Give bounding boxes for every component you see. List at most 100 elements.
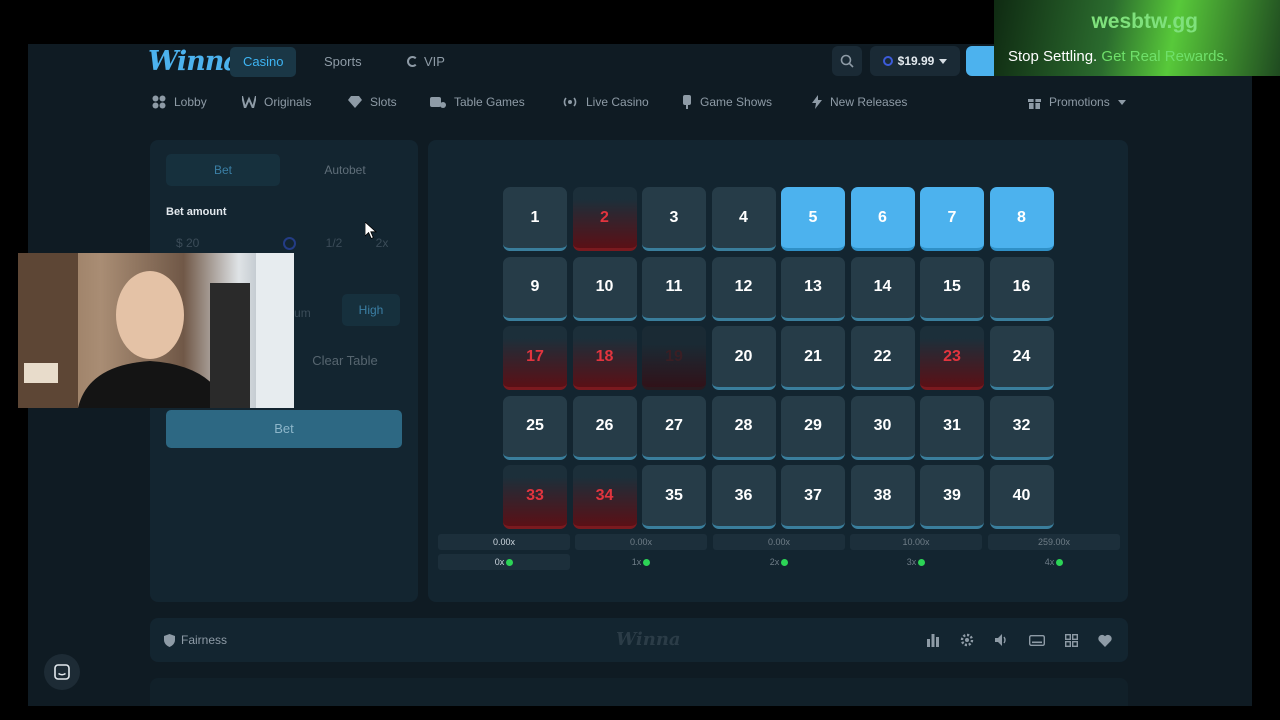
content-strip — [150, 678, 1128, 706]
keno-tile-20[interactable]: 20 — [711, 326, 776, 390]
keno-tile-22[interactable]: 22 — [850, 326, 915, 390]
category-label: Originals — [264, 95, 312, 109]
category-live-casino[interactable]: Live Casino — [562, 88, 649, 116]
search-button[interactable] — [832, 46, 862, 76]
payout-multiplier: 0.00x — [713, 534, 845, 550]
category-game-shows[interactable]: Game Shows — [682, 88, 772, 116]
tagline-green: Get Real Rewards. — [1101, 48, 1229, 65]
keno-tile-19[interactable]: 19 — [642, 326, 706, 390]
favorite-button[interactable] — [1096, 631, 1114, 649]
keno-tile-27[interactable]: 27 — [642, 395, 706, 460]
keno-tile-31[interactable]: 31 — [920, 395, 984, 460]
keno-tile-35[interactable]: 35 — [642, 465, 706, 529]
stats-button[interactable] — [924, 631, 942, 649]
keno-tile-7[interactable]: 7 — [920, 187, 984, 251]
category-slots[interactable]: Slots — [348, 88, 397, 116]
payout-multiplier: 0.00x — [575, 534, 707, 550]
keno-tile-21[interactable]: 21 — [781, 326, 845, 390]
keno-tile-8[interactable]: 8 — [989, 187, 1054, 251]
keno-tile-40[interactable]: 40 — [989, 465, 1054, 529]
category-new-releases[interactable]: New Releases — [812, 88, 907, 116]
keno-tile-6[interactable]: 6 — [850, 187, 915, 251]
keno-tile-2[interactable]: 2 — [572, 187, 637, 251]
risk-high-button[interactable]: High — [342, 294, 400, 326]
clear-table-button[interactable]: Clear Table — [288, 346, 402, 376]
fairness-button[interactable]: Fairness — [164, 618, 227, 662]
keno-tile-25[interactable]: 25 — [503, 395, 567, 460]
tab-autobet[interactable]: Autobet — [288, 154, 402, 186]
vip-ring-icon — [407, 56, 418, 67]
payout-hits: 2x — [713, 554, 845, 570]
keno-tile-30[interactable]: 30 — [850, 395, 915, 460]
category-promotions[interactable]: Promotions — [1028, 88, 1126, 116]
heart-icon — [1098, 634, 1112, 647]
gem-icon — [918, 559, 926, 566]
bet-amount-value: $ 20 — [176, 236, 200, 250]
brand-watermark: Winna — [616, 629, 681, 650]
brand-logo[interactable]: Winna — [148, 44, 241, 80]
payout-hits: 0x — [438, 554, 570, 570]
keno-tile-34[interactable]: 34 — [572, 465, 637, 529]
keno-tile-33[interactable]: 33 — [503, 465, 567, 529]
balance-dropdown[interactable]: $19.99 — [870, 46, 960, 76]
keno-tile-26[interactable]: 26 — [572, 395, 637, 460]
gem-icon — [506, 559, 514, 566]
category-table-games[interactable]: Table Games — [430, 88, 525, 116]
half-bet-button[interactable]: 1/2 — [314, 228, 354, 258]
bet-button[interactable]: Bet — [166, 410, 402, 448]
keyboard-icon — [1029, 634, 1045, 646]
keno-tile-36[interactable]: 36 — [711, 465, 776, 529]
nav-tab-label: VIP — [424, 54, 445, 69]
chat-icon — [54, 664, 70, 680]
nav-tab-vip[interactable]: VIP — [394, 47, 458, 77]
chat-button[interactable] — [44, 654, 80, 690]
keno-tile-15[interactable]: 15 — [920, 256, 984, 321]
keno-tile-24[interactable]: 24 — [989, 326, 1054, 390]
keno-tile-38[interactable]: 38 — [850, 465, 915, 529]
diamond-icon — [348, 96, 362, 108]
layout-button[interactable] — [1062, 631, 1080, 649]
keno-tile-17[interactable]: 17 — [503, 326, 567, 390]
keno-tile-10[interactable]: 10 — [572, 256, 637, 321]
keno-tile-18[interactable]: 18 — [572, 326, 637, 390]
gem-icon — [1056, 559, 1064, 566]
nav-tab-casino[interactable]: Casino — [230, 47, 297, 77]
keno-tile-16[interactable]: 16 — [989, 256, 1054, 321]
payout-hits: 3x — [850, 554, 982, 570]
category-originals[interactable]: Originals — [242, 88, 311, 116]
sponsor-overlay: wesbtw.gg Stop Settling. Get Real Reward… — [994, 0, 1280, 76]
keno-tile-11[interactable]: 11 — [642, 256, 706, 321]
keno-tile-13[interactable]: 13 — [781, 256, 845, 321]
keno-tile-9[interactable]: 9 — [503, 256, 567, 321]
keno-tile-5[interactable]: 5 — [781, 187, 845, 251]
keno-tile-28[interactable]: 28 — [711, 395, 776, 460]
keno-tile-1[interactable]: 1 — [503, 187, 567, 251]
category-lobby[interactable]: Lobby — [152, 88, 207, 116]
category-label: Slots — [370, 95, 397, 109]
hotkeys-button[interactable] — [1028, 631, 1046, 649]
gear-icon — [960, 633, 974, 647]
bolt-icon — [812, 95, 822, 109]
payout-multiplier: 259.00x — [988, 534, 1120, 550]
keno-tile-4[interactable]: 4 — [711, 187, 776, 251]
keno-tile-14[interactable]: 14 — [850, 256, 915, 321]
category-bar: Lobby Originals Slots Table Games Live C… — [28, 88, 1252, 116]
nav-tab-sports[interactable]: Sports — [311, 47, 375, 77]
tab-bet[interactable]: Bet — [166, 154, 280, 186]
keno-tile-39[interactable]: 39 — [920, 465, 984, 529]
payout-hits-label: 4x — [1044, 557, 1055, 567]
keno-tile-29[interactable]: 29 — [781, 395, 845, 460]
chevron-down-icon — [939, 58, 948, 64]
keno-tile-3[interactable]: 3 — [642, 187, 706, 251]
keno-tile-37[interactable]: 37 — [781, 465, 845, 529]
keno-tile-23[interactable]: 23 — [920, 326, 984, 390]
keno-grid: 1 2 3 4 5 6 7 8 9 10 11 12 13 14 15 16 17 18 19 20 21 22 23 24 2… — [503, 187, 1055, 532]
settings-button[interactable] — [958, 631, 976, 649]
keno-tile-32[interactable]: 32 — [989, 395, 1054, 460]
payout-hits-label: 2x — [769, 557, 780, 567]
bet-amount-label: Bet amount — [166, 206, 227, 218]
fairness-label: Fairness — [181, 633, 228, 647]
sound-button[interactable] — [993, 631, 1011, 649]
originals-icon — [242, 96, 256, 108]
keno-tile-12[interactable]: 12 — [711, 256, 776, 321]
